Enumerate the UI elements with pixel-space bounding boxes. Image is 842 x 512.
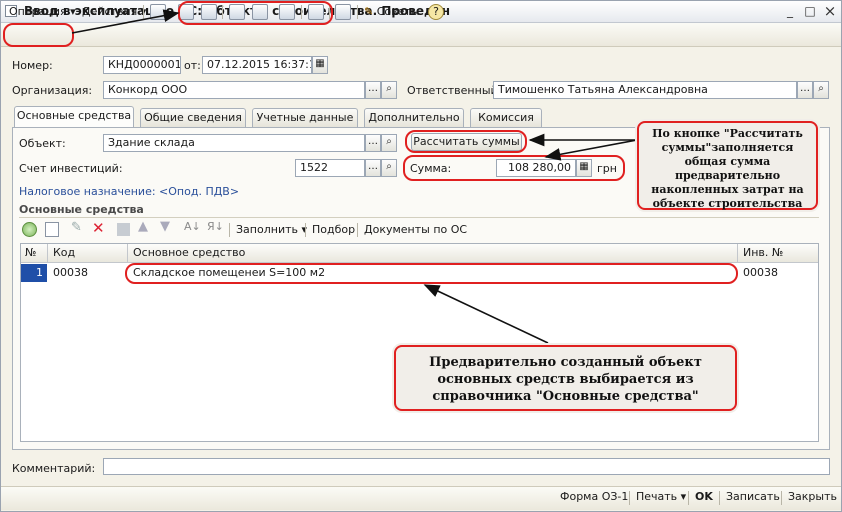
column-header-number[interactable]: № xyxy=(25,246,36,259)
investment-account-label: Счет инвестиций: xyxy=(19,162,123,175)
organization-field[interactable]: Конкорд ООО xyxy=(103,81,365,99)
form-oz1-button[interactable]: Форма ОЗ-1 xyxy=(560,490,628,503)
help-icon[interactable]: ? xyxy=(428,4,444,20)
fill-menu[interactable]: Заполнить ▾ xyxy=(236,222,307,238)
edit-row-icon[interactable]: ✎ xyxy=(71,220,82,235)
footer-separator xyxy=(688,491,689,505)
grid-toolbar-separator xyxy=(229,223,230,237)
number-label: Номер: xyxy=(12,59,53,72)
row-inventory-number-cell[interactable]: 00038 xyxy=(743,266,778,279)
toolbar xyxy=(1,23,841,47)
footer-separator xyxy=(781,491,782,505)
column-header-inventory-number[interactable]: Инв. № xyxy=(743,246,783,259)
column-divider xyxy=(127,244,128,263)
comment-field[interactable] xyxy=(103,458,830,475)
footer-separator xyxy=(719,491,720,505)
sum-highlight xyxy=(403,155,625,181)
tab-accounting-data[interactable]: Учетные данные xyxy=(252,108,358,127)
row-number-cell[interactable]: 1 xyxy=(21,264,47,282)
actions-menu[interactable]: Действия ▾ xyxy=(82,4,146,20)
print-label: Печать xyxy=(636,490,678,503)
operation-label: Операция xyxy=(9,5,67,18)
comment-label: Комментарий: xyxy=(12,462,96,475)
grid-toolbar-separator xyxy=(357,223,358,237)
investment-account-field[interactable]: 1522 xyxy=(295,159,365,177)
column-header-code[interactable]: Код xyxy=(53,246,75,259)
column-divider xyxy=(737,244,738,263)
maximize-button[interactable]: □ xyxy=(802,3,818,19)
dropdown-arrow-icon: ▾ xyxy=(680,490,687,503)
operation-menu[interactable]: Операция ▾ xyxy=(9,4,76,20)
investment-select-button[interactable]: … xyxy=(365,159,381,177)
date-label: от: xyxy=(184,59,201,72)
asset-documents-button[interactable]: Документы по ОС xyxy=(364,222,467,238)
add-row-icon[interactable] xyxy=(22,222,37,237)
calculate-highlight xyxy=(405,130,527,153)
move-down-icon[interactable]: ▼ xyxy=(160,219,170,234)
actions-label: Действия xyxy=(82,5,138,18)
callout-fixed-asset: Предварительно созданный объект основных… xyxy=(394,345,737,411)
asset-row-highlight xyxy=(125,263,738,284)
organization-select-button[interactable]: … xyxy=(365,81,381,99)
column-divider xyxy=(47,244,48,263)
tab-general-info[interactable]: Общие сведения xyxy=(140,108,246,127)
object-select-button[interactable]: … xyxy=(365,134,381,152)
close-button[interactable]: Закрыть xyxy=(788,490,837,503)
row-code-cell[interactable]: 00038 xyxy=(53,266,88,279)
minimize-button[interactable]: _ xyxy=(782,3,798,19)
responsible-select-button[interactable]: … xyxy=(797,81,813,99)
title-highlight xyxy=(178,1,333,25)
table-header: № Код Основное средство Инв. № xyxy=(21,244,818,263)
end-edit-icon[interactable] xyxy=(117,223,130,236)
footer-separator xyxy=(629,491,630,505)
toolbar-separator xyxy=(357,5,358,19)
organization-search-icon[interactable]: ⌕ xyxy=(381,81,397,99)
move-up-icon[interactable]: ▲ xyxy=(138,219,148,234)
delete-row-icon[interactable]: ✕ xyxy=(92,219,105,237)
tab-additional[interactable]: Дополнительно xyxy=(364,108,464,127)
tips-button[interactable]: ✎ Советы xyxy=(364,4,419,20)
responsible-search-icon[interactable]: ⌕ xyxy=(813,81,829,99)
copy-row-icon[interactable] xyxy=(45,222,59,237)
save-button[interactable]: Записать xyxy=(726,490,780,503)
object-label: Объект: xyxy=(19,137,66,150)
responsible-label: Ответственный: xyxy=(407,84,502,97)
column-header-asset[interactable]: Основное средство xyxy=(133,246,245,259)
responsible-field[interactable]: Тимошенко Татьяна Александровна xyxy=(493,81,797,99)
number-field[interactable]: КНД00000011 xyxy=(103,56,181,74)
grid-toolbar-separator xyxy=(305,223,306,237)
dropdown-arrow-icon: ▾ xyxy=(70,5,76,18)
section-divider xyxy=(19,217,819,218)
tips-label: Советы xyxy=(376,5,420,18)
organization-label: Организация: xyxy=(12,84,93,97)
sort-desc-icon[interactable]: Я↓ xyxy=(207,220,224,233)
tax-purpose-link[interactable]: Налоговое назначение: <Опод. ПДВ> xyxy=(19,185,239,198)
fixed-assets-section-title: Основные средства xyxy=(19,203,144,216)
tips-icon: ✎ xyxy=(364,5,374,18)
post-document-icon[interactable] xyxy=(150,4,166,20)
date-field[interactable]: 07.12.2015 16:37:12 xyxy=(202,56,312,74)
fill-label: Заполнить xyxy=(236,223,298,236)
toolbar-separator xyxy=(143,5,144,19)
investment-search-icon[interactable]: ⌕ xyxy=(381,159,397,177)
list-icon[interactable] xyxy=(335,4,351,20)
close-window-button[interactable]: × xyxy=(822,3,838,19)
ok-button[interactable]: OK xyxy=(695,490,713,503)
operation-highlight xyxy=(3,23,74,47)
calendar-icon[interactable]: ▦ xyxy=(312,56,328,74)
object-search-icon[interactable]: ⌕ xyxy=(381,134,397,152)
select-button[interactable]: Подбор xyxy=(312,222,355,238)
tab-commission[interactable]: Комиссия xyxy=(470,108,542,127)
tab-fixed-assets[interactable]: Основные средства xyxy=(14,106,134,127)
footer-bar xyxy=(1,486,841,510)
print-menu[interactable]: Печать ▾ xyxy=(636,490,686,503)
sort-asc-icon[interactable]: A↓ xyxy=(184,220,201,233)
callout-calculate-sums: По кнопке "Рассчитать суммы"заполняется … xyxy=(637,121,818,210)
object-field[interactable]: Здание склада xyxy=(103,134,365,152)
